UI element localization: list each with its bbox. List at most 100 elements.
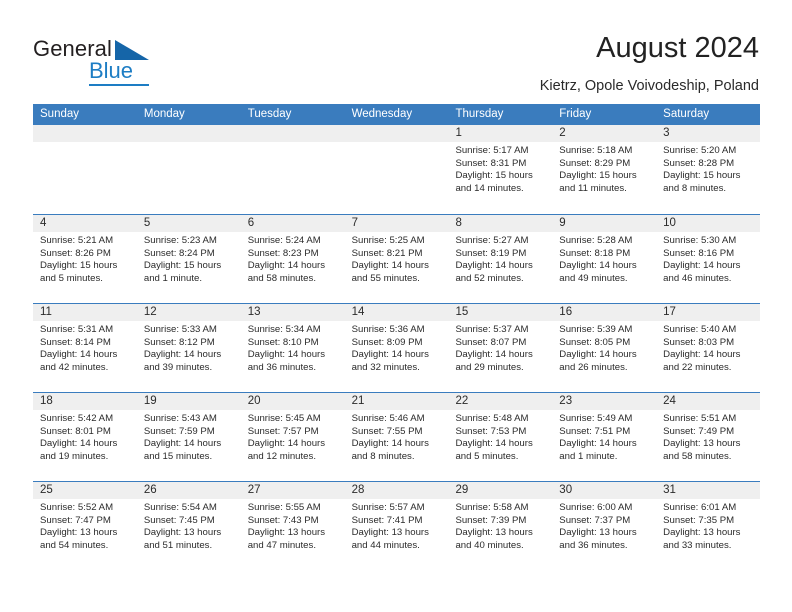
day-number: 22	[448, 393, 553, 410]
day-number: 7	[344, 215, 449, 232]
day-number: 19	[136, 393, 241, 410]
sunset-text: Sunset: 8:29 PM	[559, 157, 631, 169]
calendar-day-cell[interactable]: 10 Sunrise: 5:30 AM Sunset: 8:16 PM Dayligh…	[656, 215, 761, 303]
triangle-icon	[115, 40, 149, 60]
day-details: Sunrise: 5:43 AM Sunset: 7:59 PM Daylight:…	[137, 410, 241, 463]
calendar-day-cell[interactable]: 27 Sunrise: 5:55 AM Sunset: 7:43 PM Dayligh…	[240, 482, 345, 570]
calendar-day-cell[interactable]: 4 Sunrise: 5:21 AM Sunset: 8:26 PM Daylight…	[33, 215, 137, 303]
sunset-text: Sunset: 8:21 PM	[351, 247, 423, 259]
day-details: Sunrise: 5:49 AM Sunset: 7:51 PM Daylight:…	[552, 410, 656, 463]
daylight-text: Daylight: 15 hours and 8 minutes.	[663, 170, 741, 194]
day-details: Sunrise: 5:37 AM Sunset: 8:07 PM Daylight:…	[448, 321, 552, 374]
calendar-day-cell[interactable]: 6 Sunrise: 5:24 AM Sunset: 8:23 PM Daylight…	[240, 215, 345, 303]
day-number	[33, 125, 137, 142]
sunset-text: Sunset: 8:19 PM	[455, 247, 527, 259]
calendar-day-cell[interactable]: 21 Sunrise: 5:46 AM Sunset: 7:55 PM Dayligh…	[344, 393, 449, 481]
day-number: 31	[656, 482, 761, 499]
sunrise-text: Sunrise: 5:28 AM	[559, 235, 633, 246]
calendar-day-cell[interactable]: 20 Sunrise: 5:45 AM Sunset: 7:57 PM Dayligh…	[240, 393, 345, 481]
day-details: Sunrise: 6:01 AM Sunset: 7:35 PM Daylight:…	[656, 499, 760, 552]
page-header: General Blue August 2024 Kietrz, Opole V…	[0, 0, 792, 104]
calendar-day-cell[interactable]: 5 Sunrise: 5:23 AM Sunset: 8:24 PM Daylight…	[136, 215, 241, 303]
sunrise-text: Sunrise: 5:30 AM	[663, 235, 737, 246]
daylight-text: Daylight: 14 hours and 36 minutes.	[247, 349, 326, 373]
sunrise-text: Sunrise: 5:45 AM	[247, 413, 321, 424]
sunset-text: Sunset: 7:41 PM	[351, 514, 423, 526]
sunrise-text: Sunrise: 5:57 AM	[351, 502, 425, 513]
calendar-day-cell[interactable]: 1 Sunrise: 5:17 AM Sunset: 8:31 PM Daylight…	[448, 125, 553, 214]
daylight-text: Daylight: 14 hours and 1 minute.	[559, 438, 637, 462]
calendar-day-cell[interactable]: 9 Sunrise: 5:28 AM Sunset: 8:18 PM Daylight…	[552, 215, 657, 303]
daylight-text: Daylight: 14 hours and 55 minutes.	[351, 260, 429, 284]
sunset-text: Sunset: 7:45 PM	[143, 514, 215, 526]
sunrise-text: Sunrise: 5:39 AM	[559, 324, 633, 335]
day-details: Sunrise: 5:52 AM Sunset: 7:47 PM Daylight:…	[33, 499, 137, 552]
sunrise-text: Sunrise: 5:42 AM	[40, 413, 114, 424]
sunrise-text: Sunrise: 5:48 AM	[455, 413, 529, 424]
daylight-text: Daylight: 13 hours and 40 minutes.	[455, 527, 533, 551]
calendar-day-cell[interactable]: 18 Sunrise: 5:42 AM Sunset: 8:01 PM Dayligh…	[33, 393, 137, 481]
day-details: Sunrise: 5:48 AM Sunset: 7:53 PM Daylight:…	[448, 410, 552, 463]
weekday-wednesday: Wednesday	[351, 108, 413, 120]
calendar-day-cell[interactable]: 8 Sunrise: 5:27 AM Sunset: 8:19 PM Daylight…	[448, 215, 553, 303]
calendar-week-row: 1 Sunrise: 5:17 AM Sunset: 8:31 PM Daylight…	[33, 125, 761, 214]
day-details: Sunrise: 5:23 AM Sunset: 8:24 PM Daylight:…	[137, 232, 241, 285]
calendar-day-cell[interactable]: 13 Sunrise: 5:34 AM Sunset: 8:10 PM Dayligh…	[240, 304, 345, 392]
sunrise-text: Sunrise: 5:34 AM	[247, 324, 321, 335]
sunset-text: Sunset: 8:18 PM	[559, 247, 631, 259]
calendar-day-cell[interactable]: 15 Sunrise: 5:37 AM Sunset: 8:07 PM Dayligh…	[448, 304, 553, 392]
day-details: Sunrise: 5:46 AM Sunset: 7:55 PM Daylight:…	[345, 410, 449, 463]
calendar-day-cell[interactable]: 11 Sunrise: 5:31 AM Sunset: 8:14 PM Dayligh…	[33, 304, 137, 392]
sunrise-text: Sunrise: 5:21 AM	[40, 235, 114, 246]
day-number: 17	[656, 304, 761, 321]
sunset-text: Sunset: 8:28 PM	[663, 157, 735, 169]
day-number: 5	[136, 215, 241, 232]
sunset-text: Sunset: 7:37 PM	[559, 514, 631, 526]
calendar-day-cell[interactable]: 14 Sunrise: 5:36 AM Sunset: 8:09 PM Dayligh…	[344, 304, 449, 392]
calendar-day-cell[interactable]: 25 Sunrise: 5:52 AM Sunset: 7:47 PM Dayligh…	[33, 482, 137, 570]
daylight-text: Daylight: 13 hours and 33 minutes.	[663, 527, 741, 551]
calendar-day-cell-empty	[344, 125, 449, 214]
day-number: 3	[656, 125, 761, 142]
day-number: 1	[448, 125, 553, 142]
calendar-day-cell[interactable]: 23 Sunrise: 5:49 AM Sunset: 7:51 PM Dayligh…	[552, 393, 657, 481]
day-number: 15	[448, 304, 553, 321]
sunset-text: Sunset: 8:03 PM	[663, 336, 735, 348]
calendar-day-cell-empty	[33, 125, 137, 214]
calendar-day-cell[interactable]: 2 Sunrise: 5:18 AM Sunset: 8:29 PM Daylight…	[552, 125, 657, 214]
calendar-day-cell[interactable]: 16 Sunrise: 5:39 AM Sunset: 8:05 PM Dayligh…	[552, 304, 657, 392]
brand-logo[interactable]: General Blue	[33, 36, 173, 88]
calendar-day-cell[interactable]: 3 Sunrise: 5:20 AM Sunset: 8:28 PM Daylight…	[656, 125, 761, 214]
calendar-day-cell[interactable]: 24 Sunrise: 5:51 AM Sunset: 7:49 PM Dayligh…	[656, 393, 761, 481]
weekday-saturday: Saturday	[663, 108, 710, 120]
calendar-day-cell[interactable]: 29 Sunrise: 5:58 AM Sunset: 7:39 PM Dayligh…	[448, 482, 553, 570]
day-details: Sunrise: 5:34 AM Sunset: 8:10 PM Daylight:…	[241, 321, 345, 374]
calendar-day-cell[interactable]: 22 Sunrise: 5:48 AM Sunset: 7:53 PM Dayligh…	[448, 393, 553, 481]
daylight-text: Daylight: 14 hours and 12 minutes.	[247, 438, 326, 462]
calendar-day-cell-empty	[240, 125, 345, 214]
calendar-day-cell[interactable]: 26 Sunrise: 5:54 AM Sunset: 7:45 PM Dayligh…	[136, 482, 241, 570]
sunset-text: Sunset: 8:01 PM	[40, 425, 111, 437]
calendar-day-cell[interactable]: 30 Sunrise: 6:00 AM Sunset: 7:37 PM Dayligh…	[552, 482, 657, 570]
daylight-text: Daylight: 14 hours and 26 minutes.	[559, 349, 637, 373]
sunset-text: Sunset: 8:26 PM	[40, 247, 111, 259]
calendar-day-cell[interactable]: 28 Sunrise: 5:57 AM Sunset: 7:41 PM Dayligh…	[344, 482, 449, 570]
sunset-text: Sunset: 8:07 PM	[455, 336, 527, 348]
day-number: 10	[656, 215, 761, 232]
calendar-day-cell[interactable]: 19 Sunrise: 5:43 AM Sunset: 7:59 PM Dayligh…	[136, 393, 241, 481]
calendar-day-cell[interactable]: 7 Sunrise: 5:25 AM Sunset: 8:21 PM Daylight…	[344, 215, 449, 303]
sunset-text: Sunset: 8:05 PM	[559, 336, 631, 348]
day-details: Sunrise: 5:24 AM Sunset: 8:23 PM Daylight:…	[241, 232, 345, 285]
calendar-day-cell[interactable]: 17 Sunrise: 5:40 AM Sunset: 8:03 PM Dayligh…	[656, 304, 761, 392]
calendar-day-cell[interactable]: 31 Sunrise: 6:01 AM Sunset: 7:35 PM Dayligh…	[656, 482, 761, 570]
calendar-day-cell[interactable]: 12 Sunrise: 5:33 AM Sunset: 8:12 PM Dayligh…	[136, 304, 241, 392]
calendar-week-row: 11 Sunrise: 5:31 AM Sunset: 8:14 PM Dayligh…	[33, 303, 761, 392]
sunset-text: Sunset: 7:43 PM	[247, 514, 319, 526]
sunrise-text: Sunrise: 5:58 AM	[455, 502, 529, 513]
sunset-text: Sunset: 7:59 PM	[143, 425, 215, 437]
daylight-text: Daylight: 15 hours and 11 minutes.	[559, 170, 637, 194]
daylight-text: Daylight: 14 hours and 49 minutes.	[559, 260, 637, 284]
day-details: Sunrise: 5:20 AM Sunset: 8:28 PM Daylight:…	[656, 142, 760, 195]
sunset-text: Sunset: 8:23 PM	[247, 247, 319, 259]
daylight-text: Daylight: 15 hours and 14 minutes.	[455, 170, 533, 194]
